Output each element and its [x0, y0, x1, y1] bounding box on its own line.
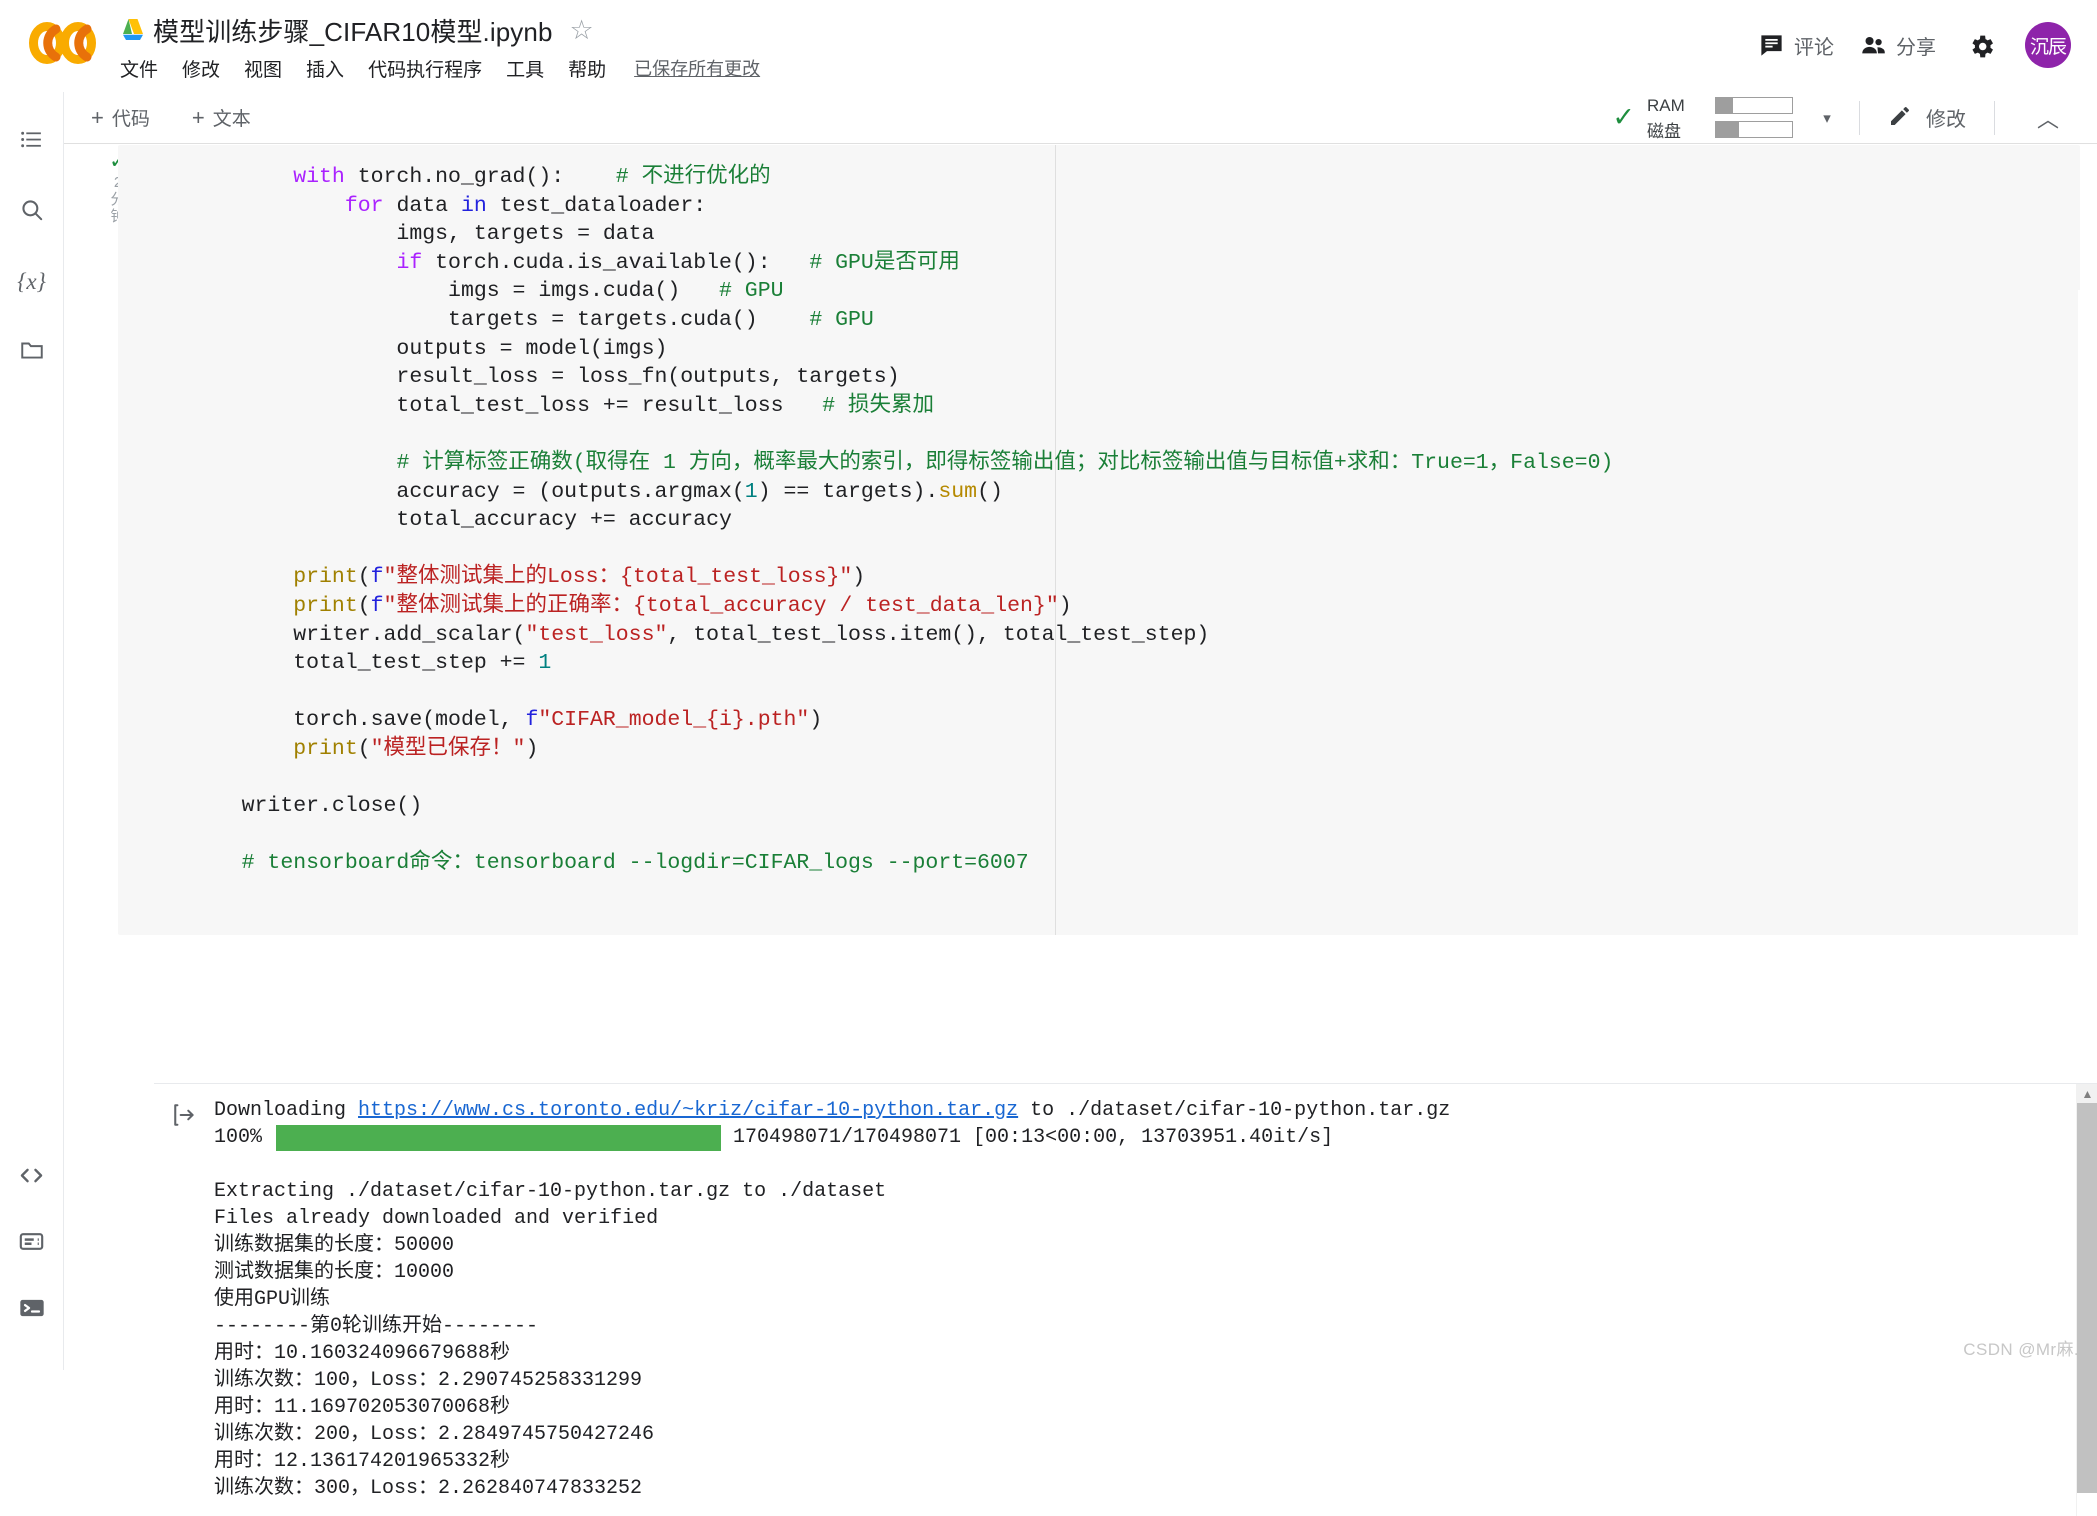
- avatar[interactable]: 沉辰: [2025, 22, 2071, 68]
- sidebar-item-search[interactable]: [10, 190, 54, 234]
- ram-label: RAM: [1646, 95, 1685, 115]
- disk-bar-fill: [1715, 122, 1739, 137]
- colab-logo[interactable]: [26, 19, 100, 67]
- menu-item-edit[interactable]: 修改: [182, 53, 230, 84]
- settings-button[interactable]: [1955, 26, 2006, 65]
- variables-icon: {x}: [17, 269, 46, 294]
- star-icon[interactable]: ☆: [570, 16, 594, 44]
- menu-item-runtime[interactable]: 代码执行程序: [368, 53, 492, 84]
- download-suffix: to ./dataset/cifar-10-python.tar.gz: [1018, 1099, 1451, 1122]
- progress-line: 100% 170498071/170498071 [00:13<00:00, 13…: [214, 1124, 2097, 1151]
- share-label: 分享: [1896, 36, 1936, 59]
- drive-icon: [120, 18, 146, 42]
- people-icon: [1860, 32, 1887, 59]
- header-actions: 评论 分享 沉辰: [1745, 22, 2071, 68]
- output-arrow-icon: [172, 1102, 198, 1128]
- add-text-cell-button[interactable]: + 文本: [184, 100, 259, 135]
- progress-detail: 170498071/170498071 [00:13<00:00, 137039…: [733, 1126, 1334, 1149]
- chevron-down-icon[interactable]: ▾: [1815, 109, 1839, 127]
- comment-label: 评论: [1794, 36, 1834, 59]
- code-cell: ✓ 2分钟 with torch.no_grad(): # 不进行优化的 for…: [90, 145, 2080, 935]
- ram-bar: [1714, 97, 1793, 114]
- progress-bar: [276, 1124, 722, 1151]
- sidebar-item-command-palette[interactable]: [10, 1222, 54, 1266]
- chevron-up-icon[interactable]: ︿: [2015, 102, 2075, 134]
- sidebar-item-variables[interactable]: {x}: [10, 260, 54, 304]
- sidebar-item-terminal[interactable]: [10, 1288, 54, 1332]
- plus-icon: +: [91, 104, 104, 130]
- cell-output: Downloading https://www.cs.toronto.edu/~…: [154, 1083, 2097, 1516]
- dataset-url-link[interactable]: https://www.cs.toronto.edu/~kriz/cifar-1…: [358, 1099, 1018, 1122]
- code-text[interactable]: with torch.no_grad(): # 不进行优化的 for data …: [118, 153, 2080, 878]
- menu-item-view[interactable]: 视图: [244, 53, 292, 84]
- watermark: CSDN @Mr麻.: [1963, 1340, 2079, 1359]
- pencil-icon: [1888, 104, 1915, 131]
- disk-bar: [1714, 121, 1793, 138]
- download-prefix: Downloading: [214, 1099, 359, 1122]
- sidebar-item-code-snippets[interactable]: [10, 1156, 54, 1200]
- edit-button[interactable]: 修改: [1880, 98, 1974, 137]
- divider: [1993, 100, 1995, 135]
- gear-icon: [1967, 32, 1994, 59]
- output-text: Downloading https://www.cs.toronto.edu/~…: [154, 1084, 2097, 1502]
- output-scrollbar-track[interactable]: ▲: [2076, 1084, 2097, 1516]
- menu-item-file[interactable]: 文件: [120, 53, 168, 84]
- toolbar-right: ✓ RAM 磁盘 ▾ 修改 ︿: [1612, 92, 2075, 143]
- sidebar-item-toc[interactable]: [10, 120, 54, 164]
- disk-label: 磁盘: [1646, 122, 1681, 141]
- toolbar-left: + 代码 + 文本: [83, 100, 259, 135]
- colab-logo-svg: [29, 22, 96, 64]
- ram-meter: RAM: [1647, 95, 1793, 116]
- resource-meters[interactable]: RAM 磁盘: [1646, 95, 1793, 141]
- save-status[interactable]: 已保存所有更改: [634, 55, 760, 81]
- command-palette-icon: [18, 1228, 45, 1260]
- header-title-block: 模型训练步骤_CIFAR10模型.ipynb ☆ 文件 修改 视图 插入 代码执…: [120, 8, 1745, 85]
- add-code-label: 代码: [111, 109, 150, 130]
- sidebar-item-files[interactable]: [10, 330, 54, 374]
- app-header: 模型训练步骤_CIFAR10模型.ipynb ☆ 文件 修改 视图 插入 代码执…: [0, 0, 2097, 92]
- menu-item-help[interactable]: 帮助: [568, 53, 616, 84]
- progress-percent: 100%: [214, 1126, 263, 1149]
- scroll-up-arrow-icon[interactable]: ▲: [2077, 1084, 2097, 1103]
- output-scrollbar-thumb[interactable]: [2077, 1103, 2097, 1493]
- comment-button[interactable]: 评论: [1745, 25, 1847, 66]
- notebook-toolbar: + 代码 + 文本 ✓ RAM 磁盘 ▾ 修改 ︿: [0, 92, 2097, 144]
- add-code-cell-button[interactable]: + 代码: [83, 100, 158, 135]
- menu-item-tools[interactable]: 工具: [506, 53, 554, 84]
- add-text-label: 文本: [212, 109, 251, 130]
- code-editor[interactable]: with torch.no_grad(): # 不进行优化的 for data …: [118, 145, 2080, 935]
- search-icon: [19, 197, 45, 228]
- notebook-body: ✓ 2分钟 with torch.no_grad(): # 不进行优化的 for…: [64, 145, 2097, 1516]
- disk-meter: 磁盘: [1646, 119, 1793, 141]
- sidebar-bottom-group: [10, 1156, 54, 1370]
- folder-icon: [19, 337, 45, 368]
- notebook-scrollbar-track[interactable]: [2078, 290, 2097, 1360]
- edit-label: 修改: [1925, 109, 1966, 131]
- download-line: Downloading https://www.cs.toronto.edu/~…: [214, 1099, 1450, 1122]
- title-row: 模型训练步骤_CIFAR10模型.ipynb ☆: [120, 8, 1745, 52]
- output-log-lines: Extracting ./dataset/cifar-10-python.tar…: [214, 1180, 887, 1500]
- document-title[interactable]: 模型训练步骤_CIFAR10模型.ipynb: [153, 12, 553, 49]
- connected-check-icon: ✓: [1612, 102, 1635, 132]
- menu-item-insert[interactable]: 插入: [306, 53, 354, 84]
- share-button[interactable]: 分享: [1847, 25, 1949, 66]
- menu-bar: 文件 修改 视图 插入 代码执行程序 工具 帮助 已保存所有更改: [120, 51, 1745, 85]
- table-of-contents-icon: [19, 127, 44, 157]
- left-sidebar: {x}: [0, 92, 64, 1370]
- plus-icon: +: [191, 104, 205, 130]
- comment-icon: [1758, 32, 1785, 59]
- ram-bar-fill: [1715, 98, 1733, 113]
- code-snippets-icon: [18, 1162, 45, 1194]
- terminal-icon: [18, 1294, 46, 1327]
- divider: [1858, 100, 1860, 135]
